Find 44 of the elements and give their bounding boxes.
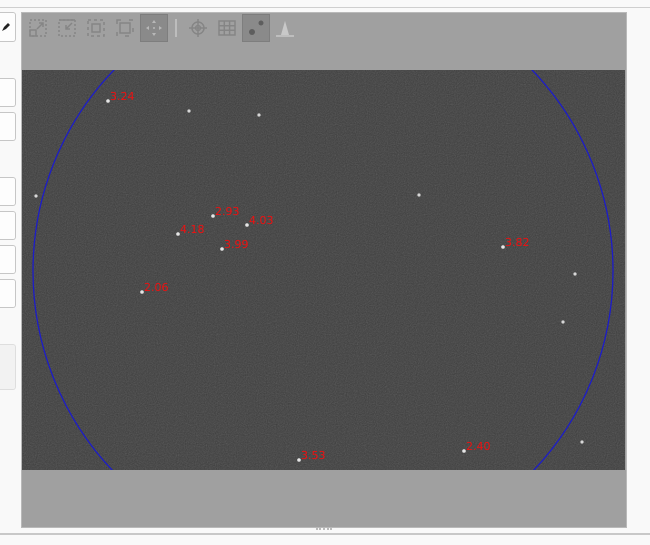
zoom-in-icon (28, 18, 48, 38)
star-dot (34, 194, 38, 198)
pen-button[interactable] (0, 12, 16, 42)
side-button[interactable] (0, 112, 16, 141)
star-dot (220, 247, 224, 251)
star-dot (501, 245, 505, 249)
pan-icon (144, 18, 164, 38)
actual-size-icon (115, 18, 135, 38)
pan-tool-button[interactable] (140, 14, 168, 42)
star-dot (176, 232, 180, 236)
side-button[interactable] (0, 279, 16, 308)
stars-icon (246, 18, 266, 38)
side-button[interactable] (0, 78, 16, 107)
side-button[interactable] (0, 245, 16, 274)
star-magnitude-label: 4.18 (180, 223, 204, 236)
star-dot (140, 290, 144, 294)
star-dot (106, 99, 110, 103)
pen-icon (1, 22, 11, 32)
stars-tool-button[interactable] (242, 14, 270, 42)
star-magnitude-label: 2.93 (215, 205, 240, 218)
star-dot (245, 223, 249, 227)
star-dot (580, 440, 584, 444)
star-dot (462, 449, 466, 453)
grid-icon (217, 18, 237, 38)
fit-icon (86, 18, 106, 38)
star-magnitude-label: 2.06 (144, 281, 168, 294)
resize-grip[interactable] (316, 528, 332, 533)
side-button[interactable] (0, 177, 16, 206)
star-dot (417, 193, 421, 197)
zoom-out-icon (57, 18, 77, 38)
side-button[interactable] (0, 211, 16, 240)
star-magnitude-label: 4.03 (249, 214, 274, 227)
star-magnitude-label: 3.53 (301, 449, 326, 462)
star-magnitude-label: 3.82 (505, 236, 530, 249)
star-dot (187, 109, 191, 113)
star-magnitude-label: 3.99 (224, 238, 248, 251)
crosshair-icon (188, 18, 208, 38)
star-dot (211, 214, 215, 218)
star-dot (257, 113, 261, 117)
star-dot (561, 320, 565, 324)
star-magnitude-label: 2.40 (466, 440, 490, 453)
star-magnitude-label: 3.24 (110, 90, 134, 103)
star-dot (573, 272, 577, 276)
star-dot (297, 458, 301, 462)
